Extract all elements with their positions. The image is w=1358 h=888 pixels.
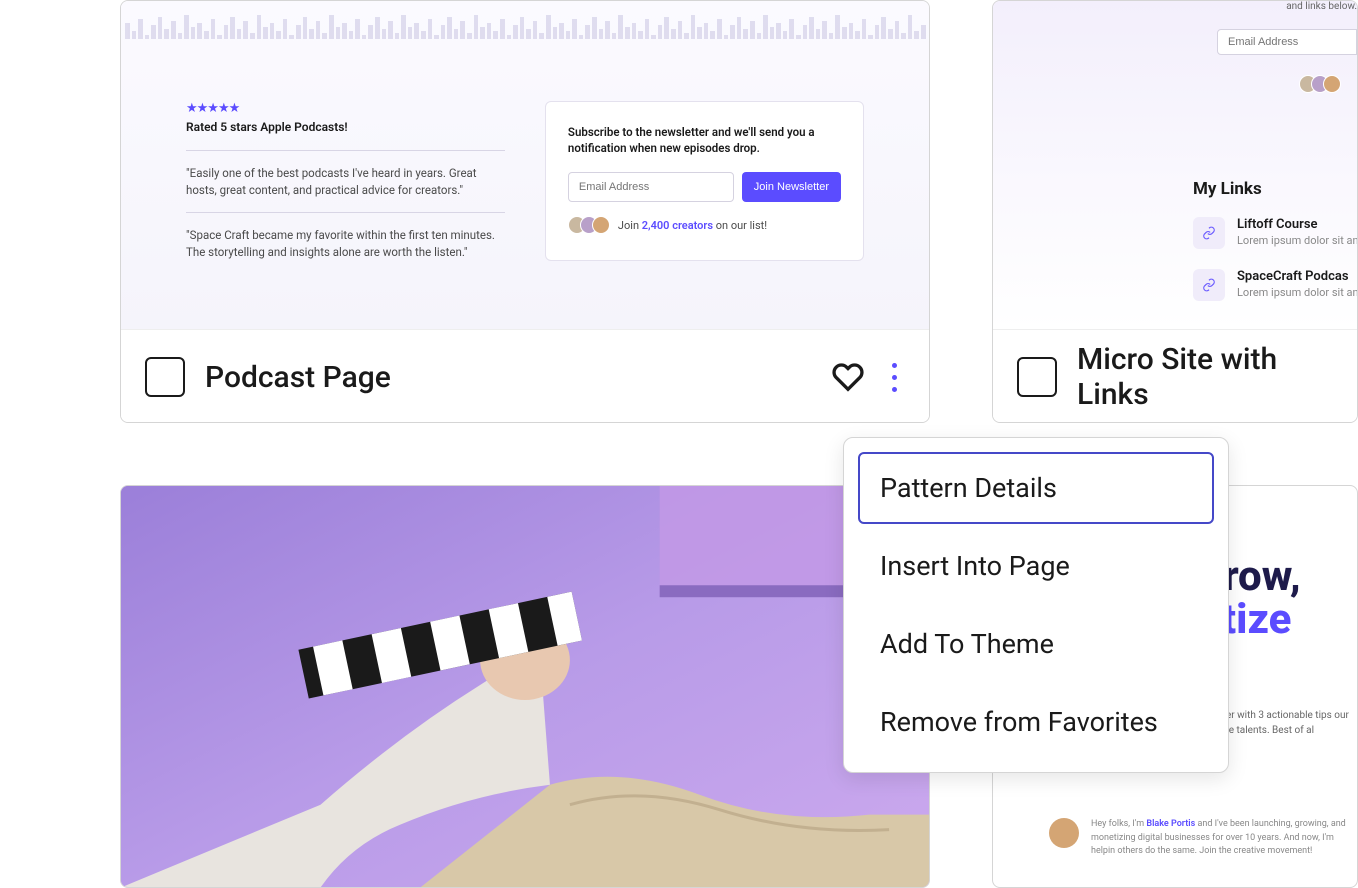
link-icon-box — [1193, 269, 1225, 301]
podcast-page-card: ★★★★★ Rated 5 stars Apple Podcasts! "Eas… — [120, 0, 930, 423]
creator-bio: Hey folks, I'm Blake Portis and I've bee… — [1049, 818, 1357, 859]
testimonials: ★★★★★ Rated 5 stars Apple Podcasts! "Eas… — [186, 101, 505, 261]
divider — [186, 212, 505, 213]
menu-item-pattern-details[interactable]: Pattern Details — [858, 452, 1214, 524]
subscribe-title: Subscribe to the newsletter and we'll se… — [568, 124, 841, 156]
waveform-graphic — [125, 9, 925, 39]
select-checkbox[interactable] — [145, 357, 185, 397]
avatar — [1049, 818, 1079, 848]
context-menu: Pattern Details Insert Into Page Add To … — [843, 437, 1229, 773]
join-count-text: Join 2,400 creators on our list! — [618, 219, 767, 232]
card-footer: Micro Site with Links — [993, 329, 1357, 423]
card-title: Micro Site with Links — [1077, 342, 1333, 412]
link-item[interactable]: SpaceCraft Podcas Lorem ipsum dolor sit … — [1193, 269, 1357, 301]
link-desc: Lorem ipsum dolor sit an — [1237, 286, 1357, 299]
subscribe-box: Subscribe to the newsletter and we'll se… — [545, 101, 864, 261]
dot-icon — [892, 363, 897, 368]
select-checkbox[interactable] — [1017, 357, 1057, 397]
micro-site-card: and links below. My Links Liftoff Course… — [992, 0, 1358, 423]
heart-icon — [832, 361, 864, 393]
avatar-group — [1299, 75, 1341, 93]
image-pattern-card — [120, 485, 930, 888]
dot-icon — [892, 387, 897, 392]
avatar — [1323, 75, 1341, 93]
menu-item-insert-into-page[interactable]: Insert Into Page — [858, 530, 1214, 602]
dot-icon — [892, 375, 897, 380]
testimonial-quote: "Space Craft became my favorite within t… — [186, 227, 505, 260]
link-icon — [1202, 278, 1216, 292]
avatar — [592, 216, 610, 234]
link-icon — [1202, 226, 1216, 240]
preview-illustration — [121, 486, 929, 887]
podcast-preview: ★★★★★ Rated 5 stars Apple Podcasts! "Eas… — [121, 1, 929, 329]
creator-text: Hey folks, I'm Blake Portis and I've bee… — [1091, 818, 1357, 859]
rating-text: Rated 5 stars Apple Podcasts! — [186, 120, 505, 134]
menu-item-remove-from-favorites[interactable]: Remove from Favorites — [858, 686, 1214, 758]
more-options-button[interactable] — [884, 355, 905, 400]
divider — [186, 150, 505, 151]
email-field[interactable] — [568, 172, 734, 202]
email-field[interactable] — [1217, 29, 1357, 55]
card-footer: Podcast Page — [121, 329, 929, 423]
favorite-button[interactable] — [832, 361, 864, 393]
preview-text-fragment: and links below. — [1286, 1, 1357, 12]
link-name: SpaceCraft Podcas — [1237, 269, 1357, 284]
join-newsletter-button[interactable]: Join Newsletter — [742, 172, 841, 202]
link-desc: Lorem ipsum dolor sit an — [1237, 234, 1357, 247]
link-name: Liftoff Course — [1237, 217, 1357, 232]
stars-icon: ★★★★★ — [186, 101, 505, 116]
avatar-group — [568, 216, 610, 234]
link-icon-box — [1193, 217, 1225, 249]
menu-item-add-to-theme[interactable]: Add To Theme — [858, 608, 1214, 680]
micro-site-preview: and links below. My Links Liftoff Course… — [993, 1, 1357, 329]
links-heading: My Links — [1193, 179, 1357, 199]
card-title: Podcast Page — [205, 360, 812, 395]
testimonial-quote: "Easily one of the best podcasts I've he… — [186, 165, 505, 198]
link-item[interactable]: Liftoff Course Lorem ipsum dolor sit an — [1193, 217, 1357, 249]
image-preview — [121, 486, 929, 887]
